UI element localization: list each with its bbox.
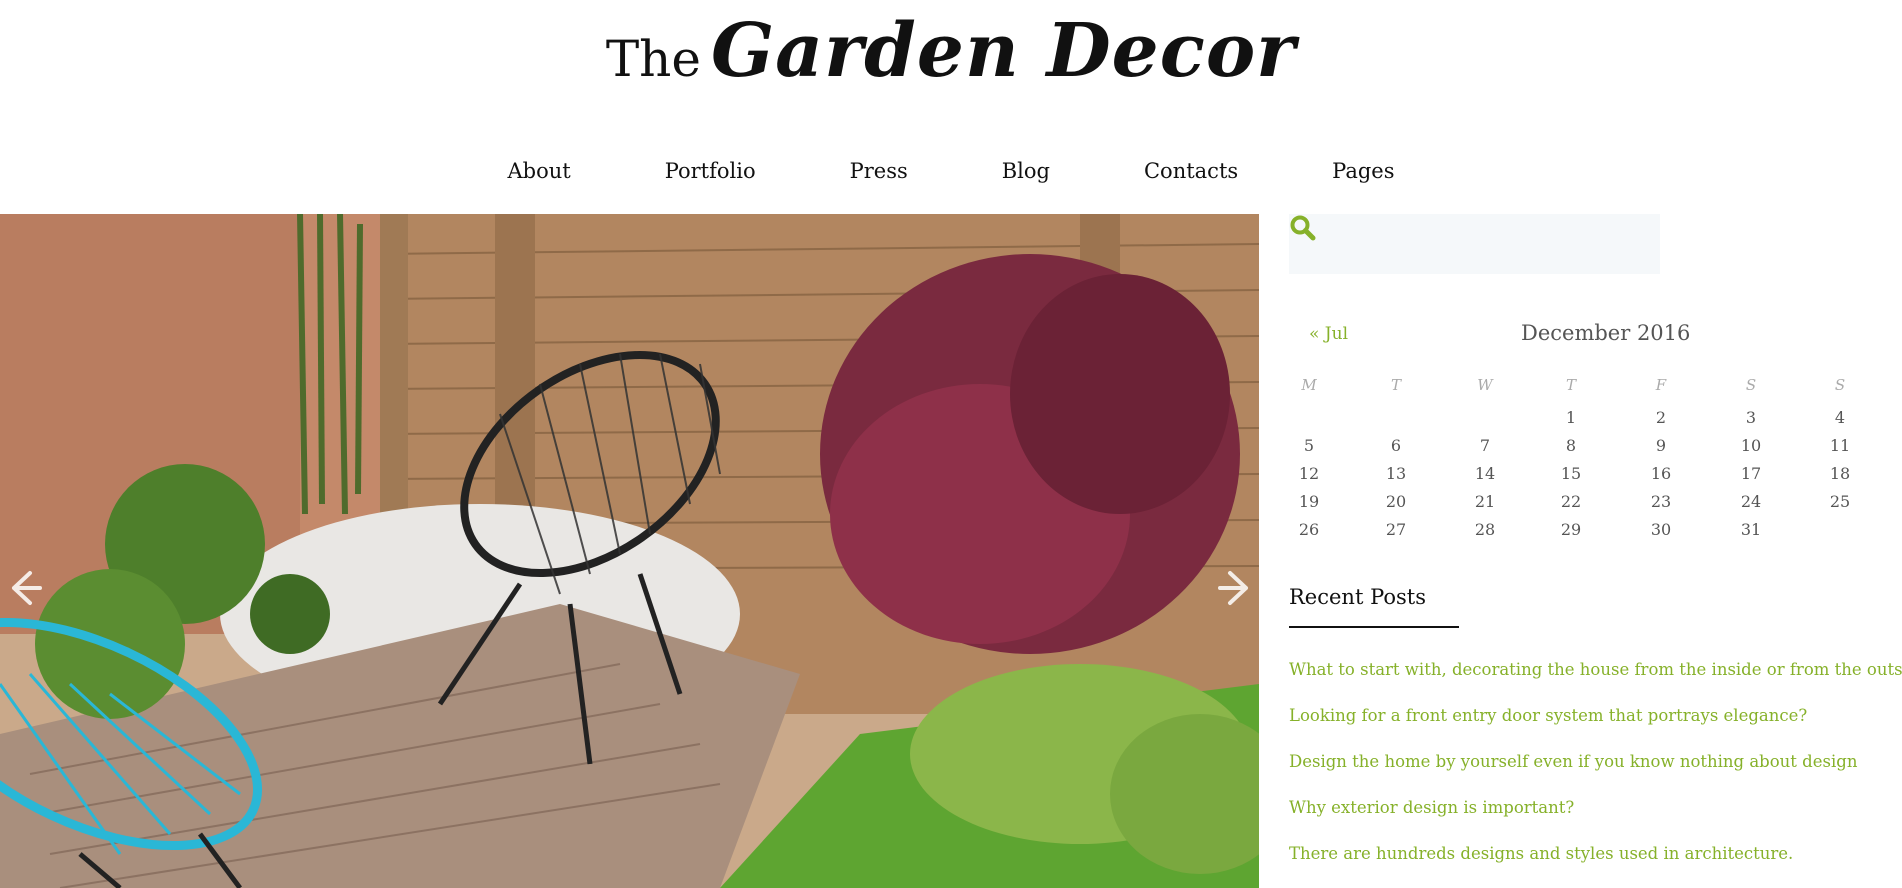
search-button[interactable]	[1289, 214, 1317, 242]
calendar-weekday-header: M	[1301, 376, 1317, 394]
calendar-day: 12	[1298, 464, 1320, 483]
calendar-day: 11	[1829, 436, 1851, 455]
recent-post-link-3[interactable]: Design the home by yourself even if you …	[1289, 752, 1857, 771]
slider-next-arrow[interactable]	[1216, 563, 1256, 613]
calendar-day: 23	[1650, 492, 1672, 511]
calendar-day: 18	[1829, 464, 1851, 483]
search-icon	[1290, 215, 1316, 241]
calendar-day: 16	[1650, 464, 1672, 483]
calendar-day: 31	[1740, 520, 1762, 539]
calendar-day: 30	[1650, 520, 1672, 539]
nav-item-blog[interactable]: Blog	[1002, 159, 1050, 183]
calendar-day: 8	[1565, 436, 1577, 455]
calendar-day: 2	[1655, 408, 1667, 427]
calendar-day: 19	[1298, 492, 1320, 511]
calendar-weekday-header: T	[1390, 376, 1401, 394]
calendar-weekday-header: S	[1834, 376, 1846, 394]
nav-item-about[interactable]: About	[507, 159, 570, 183]
recent-post-link-2[interactable]: Looking for a front entry door system th…	[1289, 706, 1807, 725]
site-logo[interactable]: The Garden Decor	[0, 14, 1902, 88]
calendar-day: 4	[1834, 408, 1846, 427]
recent-post-link-1[interactable]: What to start with, decorating the house…	[1289, 660, 1902, 679]
calendar-day: 14	[1474, 464, 1496, 483]
main-nav: About Portfolio Press Blog Contacts Page…	[0, 159, 1902, 183]
calendar-day: 15	[1560, 464, 1582, 483]
calendar-day: 22	[1560, 492, 1582, 511]
calendar-weekday-header: T	[1565, 376, 1576, 394]
calendar-weekday-header: S	[1745, 376, 1757, 394]
calendar-weekday-header: F	[1655, 376, 1667, 394]
search-input[interactable]	[1289, 214, 1625, 274]
hero-slider[interactable]	[0, 214, 1259, 888]
logo-prefix: The	[605, 30, 701, 88]
recent-post-link-5[interactable]: There are hundreds designs and styles us…	[1289, 844, 1793, 863]
search-box	[1289, 214, 1660, 274]
nav-item-contacts[interactable]: Contacts	[1144, 159, 1238, 183]
calendar-day: 3	[1745, 408, 1757, 427]
calendar-day: 20	[1385, 492, 1407, 511]
calendar-day: 13	[1385, 464, 1407, 483]
arrow-right-icon	[1218, 571, 1248, 605]
calendar-day: 7	[1479, 436, 1491, 455]
calendar-prev-month-link[interactable]: « Jul	[1309, 324, 1348, 344]
calendar-day: 6	[1390, 436, 1402, 455]
nav-item-press[interactable]: Press	[850, 159, 908, 183]
calendar-day: 24	[1740, 492, 1762, 511]
calendar-day: 17	[1740, 464, 1762, 483]
logo-script: Garden Decor	[710, 8, 1297, 94]
arrow-left-icon	[12, 571, 42, 605]
recent-posts-divider	[1289, 626, 1459, 628]
nav-item-pages[interactable]: Pages	[1332, 159, 1394, 183]
calendar-day: 27	[1385, 520, 1407, 539]
calendar-day: 9	[1655, 436, 1667, 455]
calendar-title: December 2016	[1521, 321, 1691, 345]
recent-posts-title: Recent Posts	[1289, 585, 1426, 609]
slider-prev-arrow[interactable]	[4, 563, 44, 613]
calendar-day: 26	[1298, 520, 1320, 539]
calendar-day: 1	[1565, 408, 1577, 427]
nav-item-portfolio[interactable]: Portfolio	[665, 159, 756, 183]
calendar-day: 10	[1740, 436, 1762, 455]
calendar-day: 5	[1303, 436, 1315, 455]
calendar-day: 21	[1474, 492, 1496, 511]
calendar-day: 29	[1560, 520, 1582, 539]
garden-scene-image	[0, 214, 1259, 888]
calendar-weekday-header: W	[1477, 376, 1493, 394]
recent-post-link-4[interactable]: Why exterior design is important?	[1289, 798, 1574, 817]
calendar-day: 28	[1474, 520, 1496, 539]
calendar-day: 25	[1829, 492, 1851, 511]
